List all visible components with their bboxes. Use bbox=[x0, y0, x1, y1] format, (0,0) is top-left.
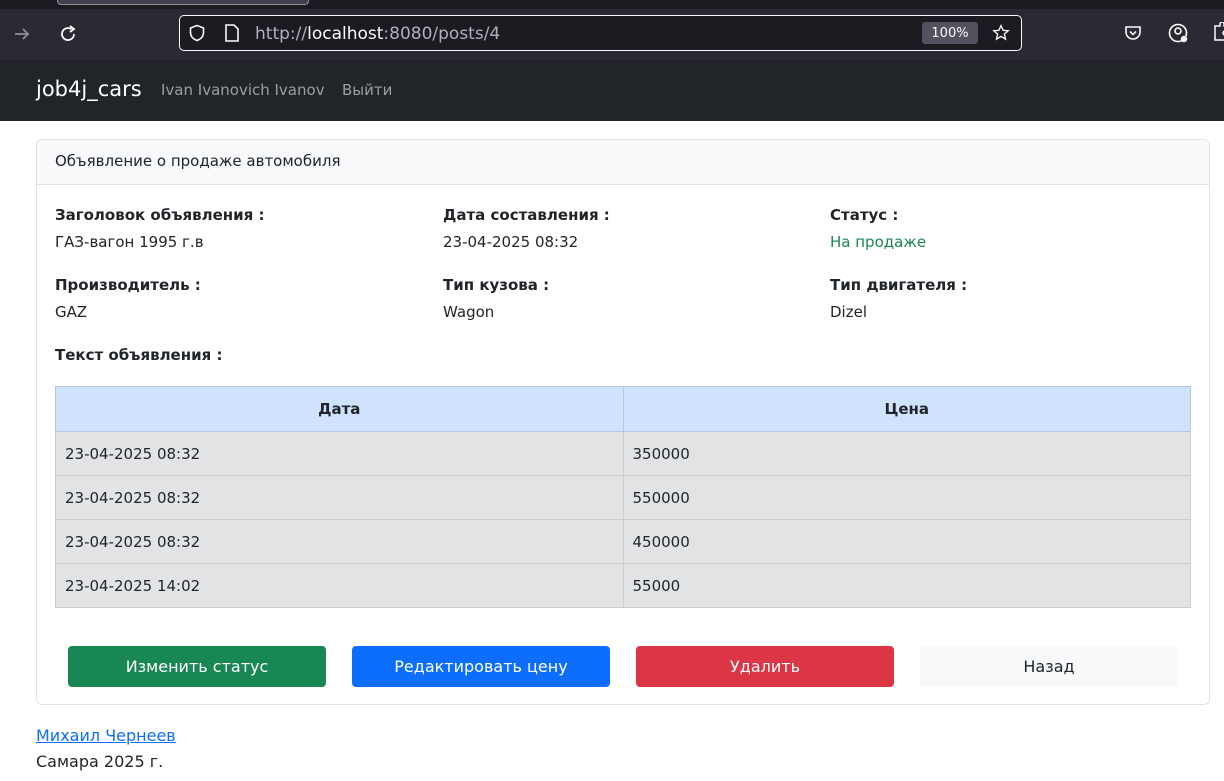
date-cell: 23-04-2025 08:32 bbox=[55, 475, 624, 520]
zoom-indicator[interactable]: 100% bbox=[922, 22, 978, 44]
field-label: Производитель : bbox=[55, 276, 201, 294]
date-cell: 23-04-2025 14:02 bbox=[55, 563, 624, 608]
table-row: 23-04-2025 14:02 55000 bbox=[55, 563, 1191, 608]
reload-icon[interactable] bbox=[54, 20, 82, 48]
field-value: 23-04-2025 08:32 bbox=[443, 233, 579, 251]
forward-icon[interactable] bbox=[8, 20, 36, 48]
price-cell: 350000 bbox=[622, 431, 1191, 476]
shield-icon[interactable] bbox=[188, 24, 206, 42]
page-icon bbox=[223, 24, 241, 42]
card-header: Объявление о продаже автомобиля bbox=[37, 140, 1209, 185]
back-button[interactable]: Назад bbox=[920, 646, 1178, 687]
status-value: На продаже bbox=[830, 233, 927, 251]
field-value: GAZ bbox=[55, 303, 88, 321]
field-title: Заголовок объявления : ГАЗ-вагон 1995 г.… bbox=[55, 206, 264, 251]
table-row: 23-04-2025 08:32 350000 bbox=[55, 431, 1191, 476]
delete-button[interactable]: Удалить bbox=[636, 646, 894, 687]
field-label: Тип двигателя : bbox=[830, 276, 968, 294]
date-cell: 23-04-2025 08:32 bbox=[55, 519, 624, 564]
price-cell: 550000 bbox=[622, 475, 1191, 520]
url-scheme: http:// bbox=[255, 24, 308, 44]
field-body-type: Тип кузова : Wagon bbox=[443, 276, 549, 321]
field-created: Дата составления : 23-04-2025 08:32 bbox=[443, 206, 610, 251]
address-bar[interactable]: http://localhost:8080/posts/4 100% bbox=[179, 15, 1022, 51]
table-row: 23-04-2025 08:32 550000 bbox=[55, 475, 1191, 520]
field-label: Тип кузова : bbox=[443, 276, 550, 294]
tab-strip bbox=[0, 0, 1224, 9]
field-description: Текст объявления : bbox=[55, 346, 222, 364]
extensions-icon[interactable] bbox=[1208, 22, 1224, 44]
browser-toolbar: http://localhost:8080/posts/4 100% bbox=[0, 0, 1224, 60]
field-value: Dizel bbox=[830, 303, 867, 321]
post-card: Объявление о продаже автомобиля Заголово… bbox=[36, 139, 1210, 705]
url-host: localhost bbox=[307, 24, 384, 44]
url-path: :8080/posts/4 bbox=[383, 24, 501, 44]
field-label: Текст объявления : bbox=[55, 346, 223, 364]
footer-place-year: Самара 2025 г. bbox=[36, 752, 164, 771]
price-cell: 450000 bbox=[622, 519, 1191, 564]
column-header-date: Дата bbox=[55, 386, 624, 432]
user-link[interactable]: Ivan Ivanovich Ivanov bbox=[161, 81, 325, 99]
field-value: Wagon bbox=[443, 303, 495, 321]
table-row: 23-04-2025 08:32 450000 bbox=[55, 519, 1191, 564]
column-header-price: Цена bbox=[622, 386, 1191, 432]
card-title: Объявление о продаже автомобиля bbox=[55, 152, 341, 170]
field-manufacturer: Производитель : GAZ bbox=[55, 276, 201, 321]
change-status-button[interactable]: Изменить статус bbox=[68, 646, 326, 687]
brand-link[interactable]: job4j_cars bbox=[36, 77, 142, 101]
author-link[interactable]: Михаил Чернеев bbox=[36, 726, 176, 745]
logout-link[interactable]: Выйти bbox=[342, 81, 392, 99]
url-text[interactable]: http://localhost:8080/posts/4 bbox=[255, 24, 500, 44]
pocket-icon[interactable] bbox=[1122, 22, 1144, 44]
field-status: Статус : На продаже bbox=[830, 206, 926, 251]
field-label: Статус : bbox=[830, 206, 899, 224]
price-cell: 55000 bbox=[622, 563, 1191, 608]
field-label: Дата составления : bbox=[443, 206, 610, 224]
app-navbar: job4j_cars Ivan Ivanovich Ivanov Выйти bbox=[0, 60, 1224, 121]
field-label: Заголовок объявления : bbox=[55, 206, 265, 224]
browser-tab[interactable] bbox=[57, 0, 309, 5]
date-cell: 23-04-2025 08:32 bbox=[55, 431, 624, 476]
star-icon[interactable] bbox=[992, 24, 1010, 42]
account-icon[interactable] bbox=[1167, 22, 1189, 44]
edit-price-button[interactable]: Редактировать цену bbox=[352, 646, 610, 687]
field-value: ГАЗ-вагон 1995 г.в bbox=[55, 233, 204, 251]
price-history-table: Дата Цена 23-04-2025 08:32 350000 23-04-… bbox=[55, 386, 1191, 608]
field-engine-type: Тип двигателя : Dizel bbox=[830, 276, 967, 321]
table-header-row: Дата Цена bbox=[55, 386, 1191, 432]
